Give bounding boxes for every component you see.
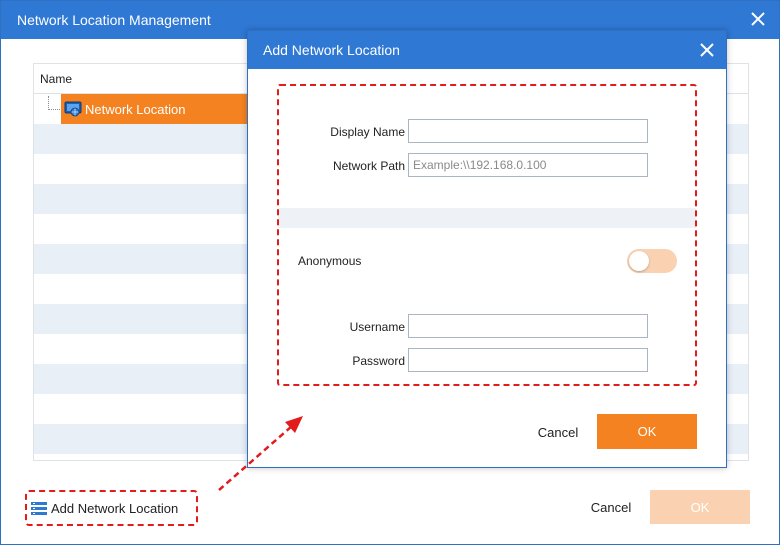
tree-connector (48, 96, 60, 110)
add-network-location-button[interactable]: Add Network Location (25, 490, 198, 526)
annotation-highlight-box (277, 84, 697, 386)
window-cancel-button[interactable]: Cancel (573, 491, 649, 524)
network-drive-icon (64, 101, 82, 117)
dialog-ok-button[interactable]: OK (597, 414, 697, 449)
window-title: Network Location Management (17, 12, 211, 28)
tree-item-network-location[interactable]: Network Location (61, 94, 247, 124)
close-icon[interactable] (749, 10, 767, 28)
column-header-name: Name (40, 72, 73, 86)
tree-item-label: Network Location (85, 102, 186, 117)
close-icon[interactable] (698, 41, 716, 59)
dialog-cancel-button[interactable]: Cancel (520, 416, 596, 449)
dialog-title-bar: Add Network Location (248, 31, 726, 69)
window-ok-button[interactable]: OK (650, 490, 750, 524)
server-list-icon (31, 502, 47, 515)
dialog-title: Add Network Location (263, 42, 400, 58)
add-network-location-label: Add Network Location (51, 501, 179, 516)
annotation-arrow (218, 416, 303, 491)
